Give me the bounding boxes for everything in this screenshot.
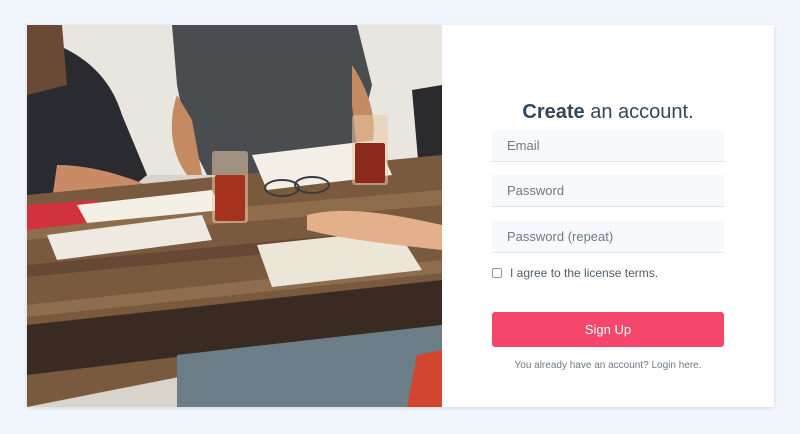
login-link[interactable]: You already have an account? Login here. [442,360,774,371]
signup-card: Create an account. I agree to the licens… [27,25,774,407]
form-title-rest: an account. [584,101,694,123]
terms-label: I agree to the license terms. [510,266,659,280]
form-title-bold: Create [522,101,585,123]
terms-row[interactable]: I agree to the license terms. [492,266,658,280]
form-title: Create an account. [442,101,774,124]
password-field[interactable] [492,175,724,207]
password-repeat-field[interactable] [492,221,724,253]
sign-up-button[interactable]: Sign Up [492,312,724,347]
signup-form: Create an account. I agree to the licens… [442,25,774,407]
email-field[interactable] [492,130,724,162]
terms-checkbox[interactable] [492,268,502,278]
hero-photo [27,25,442,407]
